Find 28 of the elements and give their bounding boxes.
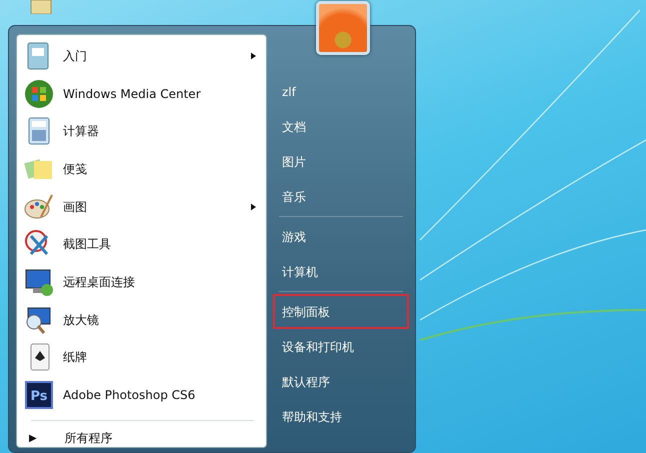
menu-item[interactable]: 计算机 <box>273 254 409 289</box>
program-item[interactable]: 远程桌面连接 <box>21 263 266 301</box>
program-item[interactable]: 入门 <box>21 37 266 75</box>
menu-item[interactable]: 设备和打印机 <box>273 329 409 364</box>
menu-item[interactable]: 默认程序 <box>273 364 409 399</box>
menu-item[interactable]: zlf <box>273 74 409 109</box>
program-icon <box>23 78 55 110</box>
program-item[interactable]: 便笺 <box>21 150 266 188</box>
program-item[interactable]: Ps Adobe Photoshop CS6 <box>21 376 266 414</box>
all-programs-item[interactable]: ▶ 所有程序 <box>21 421 266 448</box>
menu-item[interactable]: 音乐 <box>273 179 409 214</box>
program-item[interactable]: 画图 <box>21 188 266 226</box>
user-picture[interactable] <box>316 1 370 55</box>
arrow-icon: ▶ <box>29 430 37 446</box>
menu-item[interactable]: 帮助和支持 <box>273 399 409 434</box>
program-item[interactable]: 放大镜 <box>21 300 266 339</box>
program-icon: Ps <box>23 379 55 412</box>
menu-item[interactable]: 游戏 <box>273 219 409 254</box>
menu-item[interactable]: 文档 <box>273 109 409 144</box>
submenu-arrow-icon <box>251 52 256 60</box>
submenu-arrow-icon <box>251 202 256 211</box>
folder-icon[interactable] <box>30 0 52 14</box>
program-item[interactable]: 纸牌 <box>21 338 266 376</box>
menu-item[interactable]: 图片 <box>273 144 409 179</box>
menu-item[interactable]: 控制面板 <box>273 294 409 329</box>
program-item[interactable]: 计算器 <box>21 112 266 150</box>
program-item[interactable]: Windows Media Center <box>21 74 266 112</box>
program-item[interactable]: 截图工具 <box>21 226 266 264</box>
